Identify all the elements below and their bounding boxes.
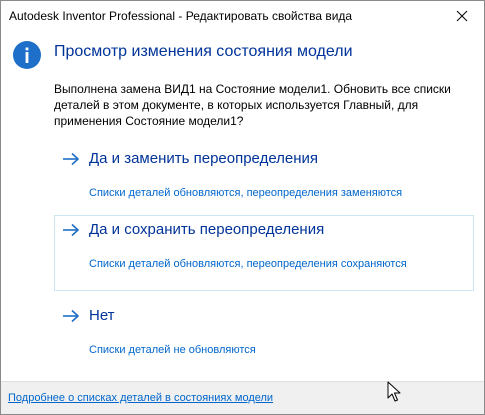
window-title: Autodesk Inventor Professional - Редакти… <box>9 9 353 23</box>
option-note: Списки деталей обновляются, переопределе… <box>89 258 407 270</box>
option-replace-overrides[interactable]: Да и заменить переопределения Списки дет… <box>54 144 474 220</box>
option-title: Нет <box>89 307 115 324</box>
content-text: Выполнена замена ВИД1 на Состояние модел… <box>54 82 451 128</box>
dialog-window: Autodesk Inventor Professional - Редакти… <box>0 0 485 415</box>
option-title: Да и сохранить переопределения <box>89 221 325 238</box>
title-bar: Autodesk Inventor Professional - Редакти… <box>1 1 484 31</box>
option-title: Да и заменить переопределения <box>89 150 319 167</box>
close-icon <box>456 10 468 22</box>
option-note: Списки деталей не обновляются <box>89 344 256 356</box>
info-icon <box>13 41 41 69</box>
option-no[interactable]: Нет Списки деталей не обновляются <box>54 301 474 377</box>
arrow-right-icon <box>63 152 80 166</box>
close-button[interactable] <box>440 1 484 31</box>
learn-more-link[interactable]: Подробнее о списках деталей в состояниях… <box>8 392 273 404</box>
arrow-right-icon <box>63 223 80 237</box>
footer: Подробнее о списках деталей в состояниях… <box>1 381 484 414</box>
option-keep-overrides[interactable]: Да и сохранить переопределения Списки де… <box>54 215 474 291</box>
option-note: Списки деталей обновляются, переопределе… <box>89 187 403 199</box>
main-instruction: Просмотр изменения состояния модели <box>54 43 353 60</box>
arrow-right-icon <box>63 309 80 323</box>
